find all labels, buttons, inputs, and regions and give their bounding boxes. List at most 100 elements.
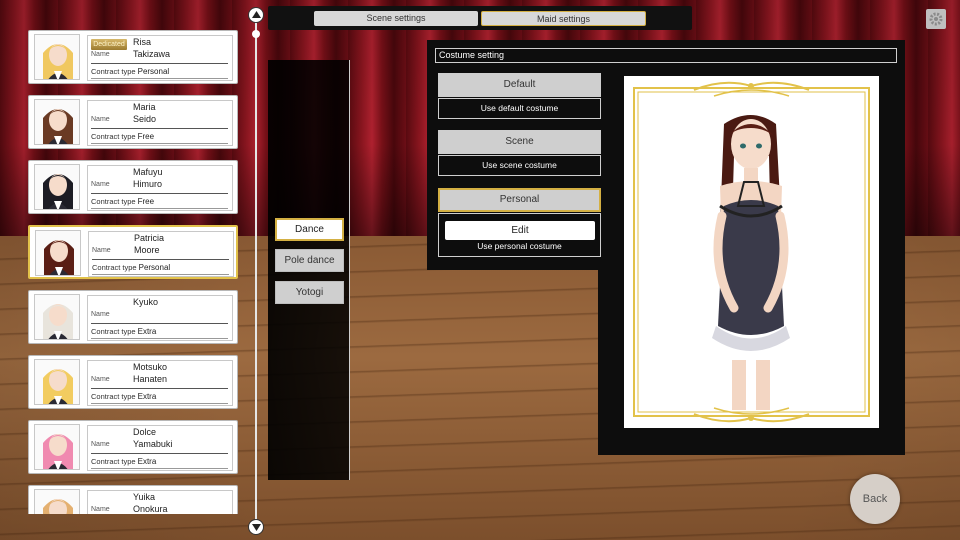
contract-type-label: Contract type	[91, 197, 136, 206]
contract-type-value: Personal	[138, 263, 171, 272]
pole-dance-button[interactable]: Pole dance	[275, 249, 344, 272]
maid-card[interactable]: Motsuko Name Hanaten Contract type Extra	[28, 355, 238, 409]
contract-type-label: Contract type	[91, 392, 136, 401]
contract-type-value: Extra	[137, 392, 157, 401]
name-label: Name	[91, 506, 110, 513]
maid-portrait	[34, 164, 80, 210]
contract-type-row: Contract type Free	[91, 197, 154, 206]
maid-info-box: Motsuko Name Hanaten Contract type Extra	[87, 360, 233, 406]
contract-type-label: Contract type	[92, 263, 137, 272]
maid-info-box: Dedicated Risa Name Takizawa Contract type Pe…	[87, 35, 233, 81]
default-costume-button[interactable]: Default	[438, 73, 601, 97]
maid-info-box: YuikaNameOnokuraContract type	[87, 490, 233, 514]
scroll-down-button[interactable]	[248, 519, 264, 535]
maid-card[interactable]: YuikaNameOnokuraContract type	[28, 485, 238, 514]
maid-first-name: Motsuko	[133, 362, 168, 372]
maid-last-name: Moore	[134, 245, 160, 255]
name-label: Name	[91, 116, 110, 123]
maid-portrait	[34, 359, 80, 405]
divider	[91, 78, 228, 79]
contract-type-row: Contract type Personal	[92, 263, 170, 272]
back-button[interactable]: Back	[850, 474, 900, 524]
personal-costume-button[interactable]: Personal	[438, 188, 601, 212]
scroll-up-button[interactable]	[248, 7, 264, 23]
arrow-down-icon	[251, 524, 261, 531]
edit-costume-button[interactable]: Edit	[445, 221, 595, 240]
divider	[92, 259, 229, 260]
maid-first-name: Maria	[133, 102, 156, 112]
maid-portrait	[34, 294, 80, 340]
yotogi-button[interactable]: Yotogi	[275, 281, 344, 304]
divider	[91, 388, 228, 389]
contract-type-label: Contract type	[91, 457, 136, 466]
maid-card[interactable]: Dedicated Risa Name Takizawa Contract type Pe…	[28, 30, 238, 84]
maid-info-box: Dolce Name Yamabuki Contract type Extra	[87, 425, 233, 471]
maid-last-name: Onokura	[133, 504, 168, 514]
contract-type-row: Contract type Personal	[91, 67, 169, 76]
divider	[91, 453, 228, 454]
maid-card[interactable]: Dolce Name Yamabuki Contract type Extra	[28, 420, 238, 474]
divider	[92, 274, 229, 275]
maid-last-name: Himuro	[133, 179, 163, 189]
contract-type-row: Contract type Extra	[91, 457, 156, 466]
divider	[91, 63, 228, 64]
maid-info-box: Mafuyu Name Himuro Contract type Free	[87, 165, 233, 211]
contract-type-value: Free	[137, 197, 155, 206]
maid-portrait	[34, 489, 80, 514]
settings-button[interactable]	[926, 9, 946, 29]
maid-figure	[712, 115, 790, 410]
divider	[91, 338, 228, 339]
maid-card[interactable]: Kyuko Name Contract type Extra	[28, 290, 238, 344]
maid-info-box: Maria Name Seido Contract type Free	[87, 100, 233, 146]
maid-first-name: Yuika	[133, 492, 156, 502]
contract-type-value: Extra	[137, 457, 157, 466]
tab-scene-settings[interactable]: Scene settings	[314, 11, 478, 26]
maid-list: Dedicated Risa Name Takizawa Contract type Pe…	[26, 28, 240, 514]
contract-type-row: Contract type Extra	[91, 392, 156, 401]
name-label: Name	[91, 181, 110, 188]
divider	[91, 143, 228, 144]
maid-info-box: Patricia Name Moore Contract type Personal	[88, 231, 234, 277]
maid-info-box: Kyuko Name Contract type Extra	[87, 295, 233, 341]
tab-maid-settings[interactable]: Maid settings	[481, 11, 646, 26]
maid-card[interactable]: Patricia Name Moore Contract type Personal	[28, 225, 238, 279]
maid-last-name: Takizawa	[133, 49, 171, 59]
name-label: Name	[91, 376, 110, 383]
maid-last-name: Yamabuki	[133, 439, 173, 449]
scrollbar-track[interactable]	[255, 16, 257, 526]
maid-portrait	[34, 424, 80, 470]
maid-portrait	[34, 99, 80, 145]
contract-type-row: Contract type Free	[91, 132, 154, 141]
maid-card[interactable]: Maria Name Seido Contract type Free	[28, 95, 238, 149]
maid-first-name: Mafuyu	[133, 167, 163, 177]
scene-costume-button[interactable]: Scene	[438, 130, 601, 154]
divider	[91, 403, 228, 404]
gear-icon	[929, 12, 943, 26]
divider	[91, 468, 228, 469]
arrow-up-icon	[251, 11, 261, 18]
maid-card[interactable]: Mafuyu Name Himuro Contract type Free	[28, 160, 238, 214]
contract-type-value: Personal	[137, 67, 170, 76]
divider	[91, 128, 228, 129]
costume-panel-title: Costume setting	[435, 48, 897, 63]
maid-first-name: Patricia	[134, 233, 165, 243]
costume-preview	[624, 76, 879, 428]
default-costume-description: Use default costume	[438, 98, 601, 119]
name-label: Name	[92, 247, 111, 254]
contract-type-label: Contract type	[91, 132, 136, 141]
divider	[91, 193, 228, 194]
dedicated-badge: Dedicated	[91, 39, 127, 50]
top-tab-bar: Scene settings Maid settings	[268, 6, 692, 30]
contract-type-row: Contract type Extra	[91, 327, 156, 336]
maid-portrait	[35, 230, 81, 276]
contract-type-value: Extra	[137, 327, 157, 336]
name-label: Name	[91, 51, 110, 58]
scrollbar-thumb[interactable]	[252, 30, 260, 38]
maid-first-name: Dolce	[133, 427, 157, 437]
dance-button[interactable]: Dance	[275, 218, 344, 241]
name-label: Name	[91, 441, 110, 448]
maid-last-name: Seido	[133, 114, 157, 124]
maid-portrait	[34, 34, 80, 80]
divider	[91, 208, 228, 209]
contract-type-value: Free	[137, 132, 155, 141]
